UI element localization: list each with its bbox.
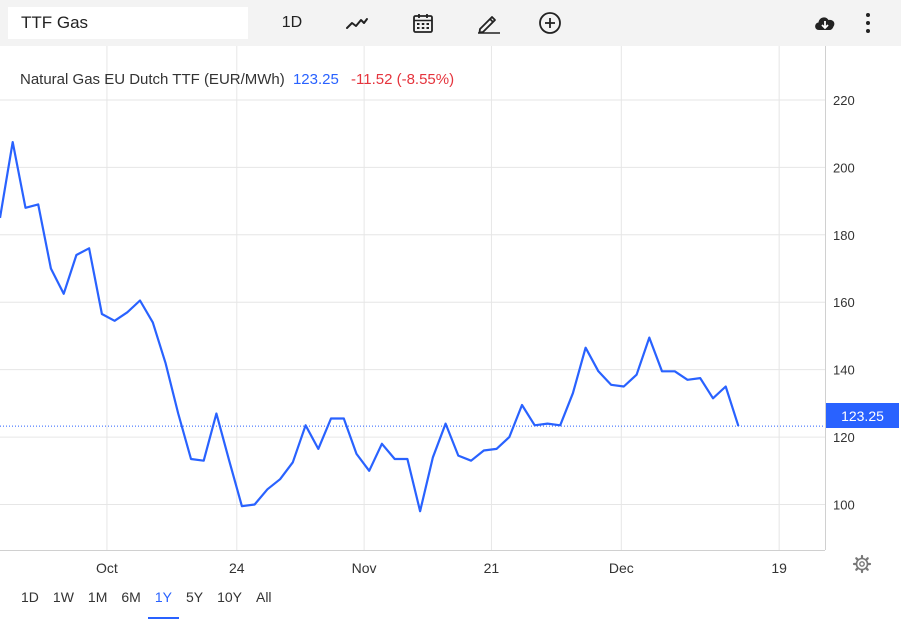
data-point — [609, 383, 613, 387]
data-point — [660, 369, 664, 373]
data-point — [520, 403, 524, 407]
gear-icon — [852, 554, 872, 574]
x-axis: Oct 24 Nov 21 Dec 19 — [0, 550, 825, 576]
data-point — [11, 140, 15, 144]
data-point — [240, 504, 244, 508]
range-10y[interactable]: 10Y — [210, 583, 249, 619]
data-point — [724, 384, 728, 388]
range-1m[interactable]: 1M — [81, 583, 114, 619]
data-point — [23, 206, 27, 210]
data-point — [367, 469, 371, 473]
data-point — [736, 424, 740, 428]
data-point — [380, 442, 384, 446]
data-point — [622, 384, 626, 388]
x-tick-label: Nov — [352, 560, 377, 576]
data-point — [342, 417, 346, 421]
data-point — [418, 509, 422, 513]
data-point — [164, 361, 168, 365]
data-point — [125, 310, 129, 314]
chart-legend: Natural Gas EU Dutch TTF (EUR/MWh) 123.2… — [20, 71, 454, 88]
data-point — [469, 459, 473, 463]
x-tick-label: Oct — [96, 560, 118, 576]
time-range-selector: 1D 1W 1M 6M 1Y 5Y 10Y All — [14, 583, 279, 619]
data-point — [189, 457, 193, 461]
legend-price-change: -11.52 (-8.55%) — [351, 71, 455, 88]
data-point — [36, 202, 40, 206]
data-point — [456, 454, 460, 458]
data-point — [635, 373, 639, 377]
y-tick-label: 100 — [833, 497, 855, 512]
data-point — [393, 457, 397, 461]
data-point — [253, 502, 257, 506]
data-point — [673, 369, 677, 373]
data-point — [596, 369, 600, 373]
data-point — [482, 449, 486, 453]
y-tick-label: 120 — [833, 430, 855, 445]
data-point — [214, 411, 218, 415]
data-point — [176, 411, 180, 415]
data-point — [571, 391, 575, 395]
price-series-line — [0, 141, 740, 513]
data-point — [227, 459, 231, 463]
data-point — [87, 246, 91, 250]
data-point — [49, 267, 53, 271]
data-point — [329, 417, 333, 421]
data-point — [444, 422, 448, 426]
data-point — [113, 319, 117, 323]
data-point — [202, 459, 206, 463]
y-tick-label: 180 — [833, 228, 855, 243]
data-point — [151, 320, 155, 324]
data-point — [291, 460, 295, 464]
data-point — [354, 452, 358, 456]
data-point — [278, 477, 282, 481]
y-tick-label: 160 — [833, 295, 855, 310]
data-point — [711, 396, 715, 400]
data-point — [100, 312, 104, 316]
chart-grid — [0, 46, 825, 550]
range-6m[interactable]: 6M — [114, 583, 147, 619]
data-point — [584, 346, 588, 350]
data-point — [316, 447, 320, 451]
range-1w[interactable]: 1W — [46, 583, 81, 619]
data-point — [405, 457, 409, 461]
data-point — [138, 299, 142, 303]
range-1d[interactable]: 1D — [14, 583, 46, 619]
data-point — [0, 216, 2, 220]
data-point — [686, 378, 690, 382]
data-point — [265, 487, 269, 491]
data-point — [507, 435, 511, 439]
data-point — [495, 447, 499, 451]
data-point — [647, 336, 651, 340]
data-point — [558, 423, 562, 427]
legend-instrument-name: Natural Gas EU Dutch TTF (EUR/MWh) — [20, 71, 285, 88]
data-point — [698, 376, 702, 380]
x-tick-label: 21 — [484, 560, 500, 576]
y-tick-label: 220 — [833, 93, 855, 108]
price-points — [0, 140, 740, 513]
x-tick-label: 19 — [771, 560, 787, 576]
data-point — [304, 423, 308, 427]
y-tick-label: 200 — [833, 160, 855, 175]
x-tick-label: 24 — [229, 560, 245, 576]
range-1y[interactable]: 1Y — [147, 583, 180, 619]
x-tick-label: Dec — [609, 560, 634, 576]
legend-last-price: 123.25 — [292, 71, 339, 88]
data-point — [62, 292, 66, 296]
data-point — [533, 423, 537, 427]
data-point — [431, 455, 435, 459]
data-point — [545, 422, 549, 426]
chart-settings-button[interactable] — [852, 554, 872, 574]
data-point — [74, 253, 78, 257]
last-price-tag: 123.25 — [826, 403, 899, 428]
range-all[interactable]: All — [249, 583, 279, 619]
range-5y[interactable]: 5Y — [179, 583, 210, 619]
y-axis: 100 120 140 160 180 200 220 — [825, 46, 855, 550]
y-tick-label: 140 — [833, 363, 855, 378]
